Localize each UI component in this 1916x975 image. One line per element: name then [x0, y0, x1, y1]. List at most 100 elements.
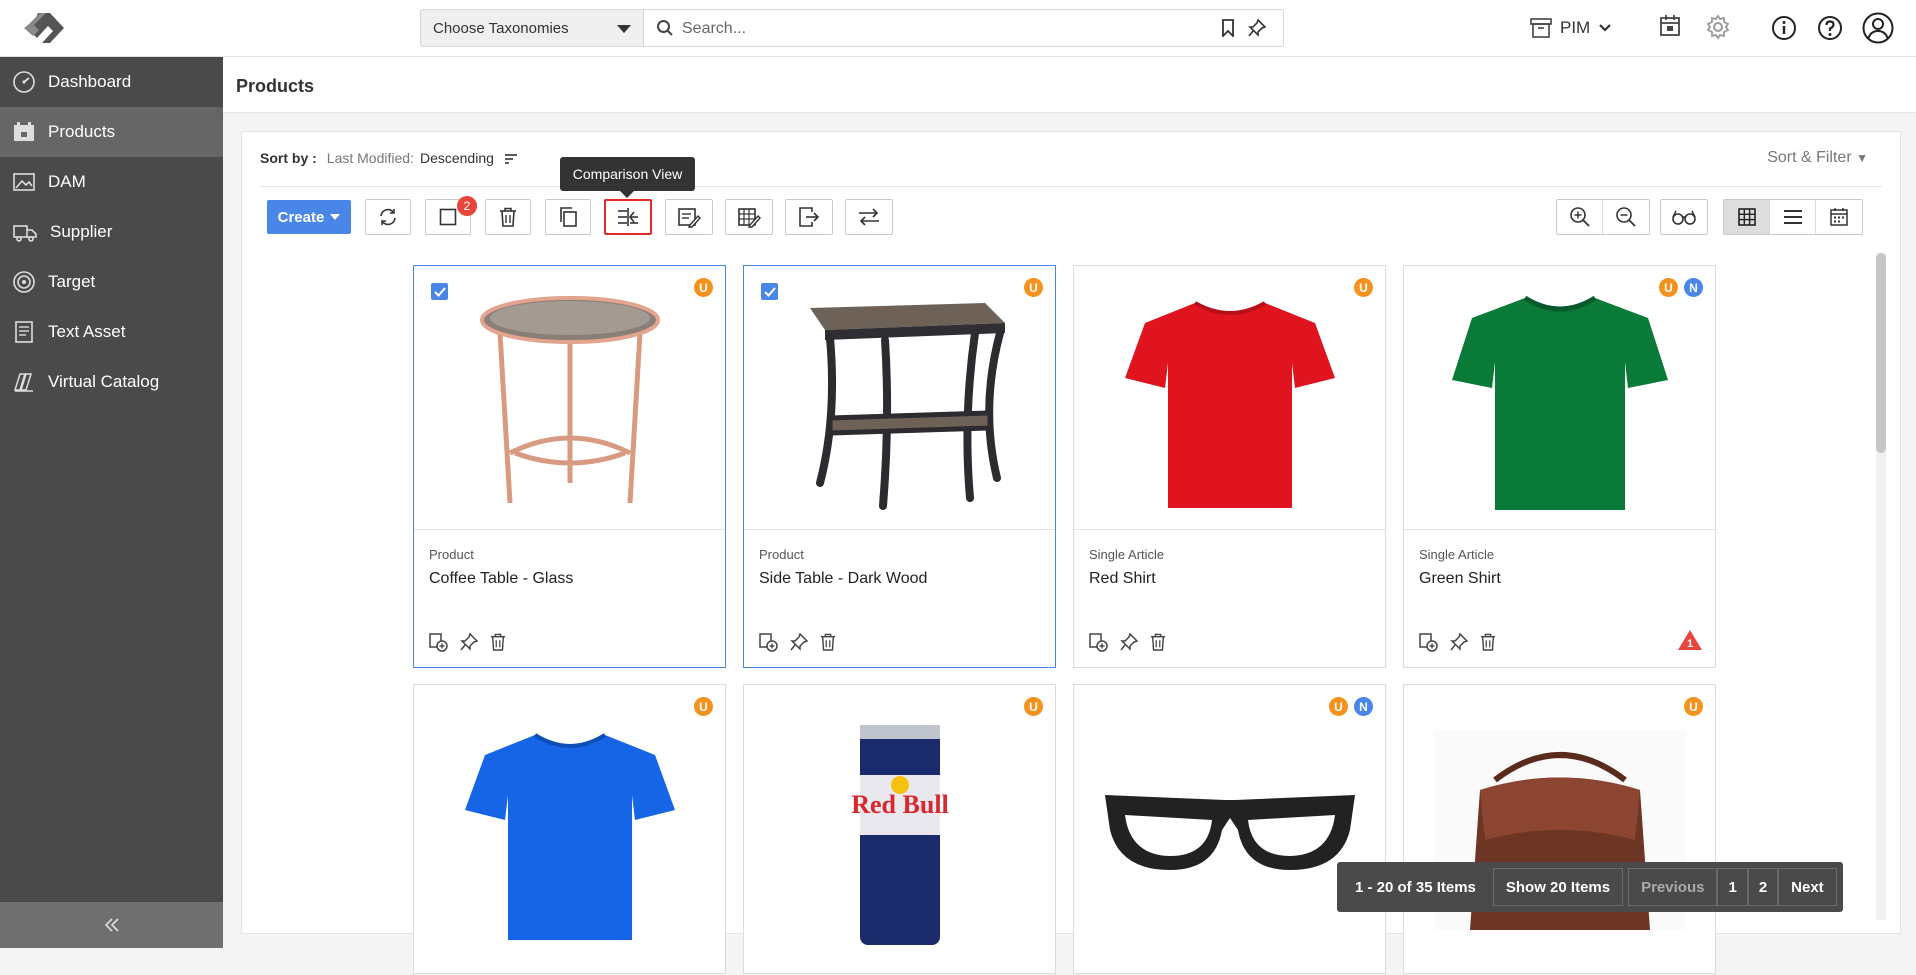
info-icon[interactable]: [1771, 15, 1797, 41]
page-size-button[interactable]: Show 20 Items: [1492, 868, 1624, 906]
product-type: Single Article: [1089, 547, 1165, 562]
bookmark-icon[interactable]: [1220, 19, 1236, 37]
pin-icon[interactable]: [1120, 633, 1138, 652]
dashboard-icon: [12, 70, 36, 94]
comparison-view-button[interactable]: [604, 199, 652, 235]
sidebar-collapse-button[interactable]: [0, 902, 223, 948]
gear-icon[interactable]: [1705, 14, 1731, 40]
sidebar-item-dashboard[interactable]: Dashboard: [0, 57, 223, 107]
product-image[interactable]: [414, 266, 725, 530]
export-button[interactable]: [785, 199, 833, 235]
pin-icon[interactable]: [1450, 633, 1468, 652]
product-name[interactable]: Side Table - Dark Wood: [759, 570, 927, 588]
create-button[interactable]: Create: [267, 200, 351, 234]
product-image[interactable]: [1074, 266, 1385, 530]
product-card[interactable]: U: [413, 684, 726, 974]
product-card[interactable]: Red Bull U: [743, 684, 1056, 974]
product-type: Product: [429, 547, 474, 562]
sidebar-item-virtual-catalog[interactable]: Virtual Catalog: [0, 357, 223, 407]
scrollbar-thumb[interactable]: [1876, 253, 1886, 453]
calendar-icon: [1830, 208, 1848, 226]
add-to-collection-icon[interactable]: [1419, 633, 1438, 652]
taxonomy-select[interactable]: Choose Taxonomies: [420, 9, 644, 47]
tooltip: Comparison View: [560, 157, 695, 198]
trash-icon[interactable]: [1480, 633, 1496, 652]
warning-icon[interactable]: 1: [1677, 629, 1703, 651]
sort-field[interactable]: Last Modified:: [327, 150, 414, 166]
product-image[interactable]: [414, 685, 725, 975]
copy-button[interactable]: [545, 199, 591, 235]
sidebar-item-products[interactable]: Products: [0, 107, 223, 157]
bulk-edit-button[interactable]: [665, 199, 713, 235]
pin-icon[interactable]: [1248, 19, 1266, 37]
sidebar-item-label: Target: [48, 272, 96, 291]
grid-icon: [1737, 208, 1756, 226]
add-to-collection-icon[interactable]: [759, 633, 778, 652]
trash-icon[interactable]: [820, 633, 836, 652]
zoom-in-button[interactable]: [1557, 200, 1603, 234]
help-icon[interactable]: [1817, 15, 1843, 41]
product-card[interactable]: U Single Article Red Shirt: [1073, 265, 1386, 668]
search-input[interactable]: [682, 18, 1202, 40]
checkmark-icon: [433, 286, 446, 297]
scrollbar[interactable]: [1876, 253, 1886, 920]
grid-view-button[interactable]: [1724, 200, 1770, 234]
card-actions: [1419, 633, 1496, 652]
page-1-button[interactable]: 1: [1717, 868, 1748, 906]
view-mode-group: [1723, 199, 1863, 235]
sort-direction[interactable]: Descending: [420, 150, 494, 166]
product-image[interactable]: [1404, 685, 1715, 975]
user-avatar-icon[interactable]: [1862, 12, 1894, 44]
add-to-collection-icon[interactable]: [1089, 633, 1108, 652]
product-card[interactable]: U Product Coffee Table - Glass: [413, 265, 726, 668]
checkmark-icon: [763, 286, 776, 297]
add-to-collection-icon[interactable]: [429, 633, 448, 652]
copy-icon: [560, 207, 577, 227]
zoom-out-button[interactable]: [1603, 200, 1649, 234]
product-name[interactable]: Green Shirt: [1419, 570, 1501, 588]
search-icon: [656, 19, 674, 37]
next-page-button[interactable]: Next: [1778, 868, 1837, 906]
product-image[interactable]: [1074, 685, 1385, 975]
pin-icon[interactable]: [460, 633, 478, 652]
refresh-button[interactable]: [365, 199, 411, 235]
document-icon: [12, 320, 36, 344]
target-icon: [12, 270, 36, 294]
trash-icon[interactable]: [490, 633, 506, 652]
preview-button[interactable]: [1660, 199, 1708, 235]
sidebar-item-text-asset[interactable]: Text Asset: [0, 307, 223, 357]
status-badge: N: [1354, 697, 1373, 716]
delete-button[interactable]: [485, 199, 531, 235]
product-image[interactable]: [744, 266, 1055, 530]
product-name[interactable]: Coffee Table - Glass: [429, 570, 573, 588]
calendar-icon[interactable]: [1659, 14, 1681, 38]
transfer-button[interactable]: [845, 199, 893, 235]
status-badge: U: [1024, 697, 1043, 716]
product-card[interactable]: UN: [1073, 684, 1386, 974]
previous-page-button[interactable]: Previous: [1628, 868, 1718, 906]
product-card[interactable]: U N Single Article Green Shirt 1: [1403, 265, 1716, 668]
page-2-button[interactable]: 2: [1747, 868, 1779, 906]
module-switcher[interactable]: PIM: [1530, 12, 1612, 44]
card-checkbox[interactable]: [761, 283, 778, 300]
pin-icon[interactable]: [790, 633, 808, 652]
search-box: [644, 9, 1284, 47]
product-card[interactable]: U: [1403, 684, 1716, 974]
sort-filter-toggle[interactable]: Sort & Filter ▼: [1767, 149, 1868, 167]
sidebar-item-supplier[interactable]: Supplier: [0, 207, 223, 257]
app-logo-icon[interactable]: [20, 9, 70, 47]
trash-icon[interactable]: [1150, 633, 1166, 652]
product-image[interactable]: [1404, 266, 1715, 530]
product-card[interactable]: U Product Side Table - Dark Wood: [743, 265, 1056, 668]
sidebar-item-target[interactable]: Target: [0, 257, 223, 307]
product-image[interactable]: Red Bull: [744, 685, 1055, 975]
sort-order-icon[interactable]: [504, 152, 518, 164]
card-checkbox[interactable]: [431, 283, 448, 300]
product-name[interactable]: Red Shirt: [1089, 570, 1156, 588]
list-view-button[interactable]: [1770, 200, 1816, 234]
sidebar-item-dam[interactable]: DAM: [0, 157, 223, 207]
truck-icon: [12, 220, 38, 244]
warning-count: 1: [1687, 638, 1693, 650]
calendar-view-button[interactable]: [1816, 200, 1862, 234]
table-edit-button[interactable]: [725, 199, 773, 235]
